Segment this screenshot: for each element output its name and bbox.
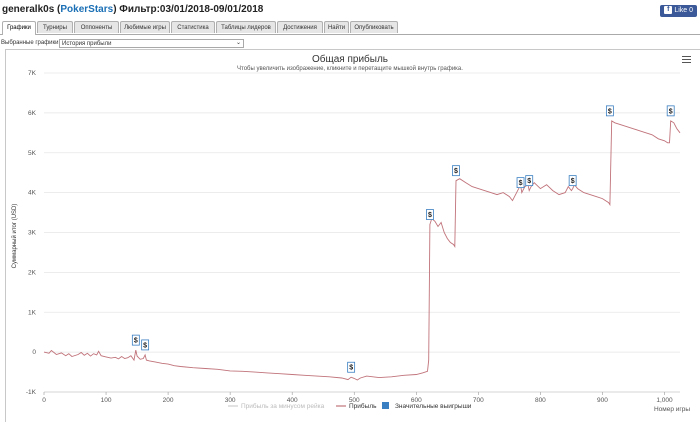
y-tick-label: 4K bbox=[28, 190, 37, 197]
legend-item[interactable]: Прибыль bbox=[336, 402, 377, 410]
x-tick-label: 200 bbox=[163, 397, 174, 404]
big-win-label: $ bbox=[134, 338, 138, 345]
x-tick-label: 300 bbox=[225, 397, 236, 404]
big-win-marker[interactable]: $ bbox=[666, 105, 675, 117]
x-tick-label: 0 bbox=[42, 397, 46, 404]
chart-legend: Прибыль за минусом рейка Прибыль Значитель… bbox=[228, 402, 472, 410]
x-tick-label: 800 bbox=[535, 397, 546, 404]
y-tick-label: 7K bbox=[28, 70, 37, 77]
y-tick-label: 5K bbox=[28, 150, 37, 157]
y-tick-label: 1K bbox=[28, 309, 37, 316]
x-tick-label: 700 bbox=[473, 397, 484, 404]
big-win-marker[interactable]: $ bbox=[516, 177, 525, 189]
y-tick-label: 0 bbox=[32, 349, 36, 356]
big-wins-layer: $ $ $ $ $ $ $ $ $ $ bbox=[131, 105, 675, 373]
big-win-marker[interactable]: $ bbox=[131, 334, 140, 346]
y-tick-label: 3K bbox=[28, 230, 37, 237]
big-win-label: $ bbox=[349, 365, 353, 372]
legend-label: Прибыль bbox=[349, 402, 377, 410]
big-win-marker[interactable]: $ bbox=[426, 209, 434, 220]
y-tick-label: 2K bbox=[28, 269, 37, 276]
legend-swatch bbox=[382, 402, 389, 409]
big-win-label: $ bbox=[571, 178, 575, 185]
big-win-marker[interactable]: $ bbox=[452, 165, 460, 177]
profit-chart[interactable]: -1K01K2K3K4K5K6K7K 0 100 200 300 400 500 600 70… bbox=[0, 0, 700, 422]
y-axis-label: Суммарный итог (USD) bbox=[11, 204, 18, 269]
legend-label: Прибыль за минусом рейка bbox=[241, 402, 325, 410]
legend-item[interactable]: Значительные выигрыши bbox=[382, 402, 472, 410]
y-tick-label: 6K bbox=[28, 110, 37, 117]
big-win-label: $ bbox=[669, 108, 673, 115]
legend-label: Значительные выигрыши bbox=[395, 403, 472, 410]
y-axis-ticks: -1K 0 1K 2K 3K 4K 5K 6K 7K bbox=[26, 70, 37, 396]
big-win-label: $ bbox=[454, 168, 458, 175]
big-win-label: $ bbox=[428, 212, 432, 219]
big-win-marker[interactable]: $ bbox=[347, 361, 356, 373]
big-win-marker[interactable]: $ bbox=[525, 175, 534, 187]
big-win-label: $ bbox=[143, 342, 147, 349]
big-win-label: $ bbox=[608, 108, 612, 115]
x-tick-label: 900 bbox=[597, 397, 608, 404]
big-win-marker[interactable]: $ bbox=[141, 339, 150, 351]
big-win-label: $ bbox=[519, 180, 523, 187]
y-tick-label: -1K bbox=[26, 389, 37, 396]
big-win-marker[interactable]: $ bbox=[568, 175, 577, 187]
x-axis-label: Номер игры bbox=[654, 406, 690, 413]
big-win-label: $ bbox=[527, 178, 531, 185]
legend-item[interactable]: Прибыль за минусом рейка bbox=[228, 402, 325, 410]
big-win-marker[interactable]: $ bbox=[605, 105, 614, 117]
x-tick-label: 100 bbox=[101, 397, 112, 404]
x-tick-label: 1,000 bbox=[656, 397, 673, 404]
